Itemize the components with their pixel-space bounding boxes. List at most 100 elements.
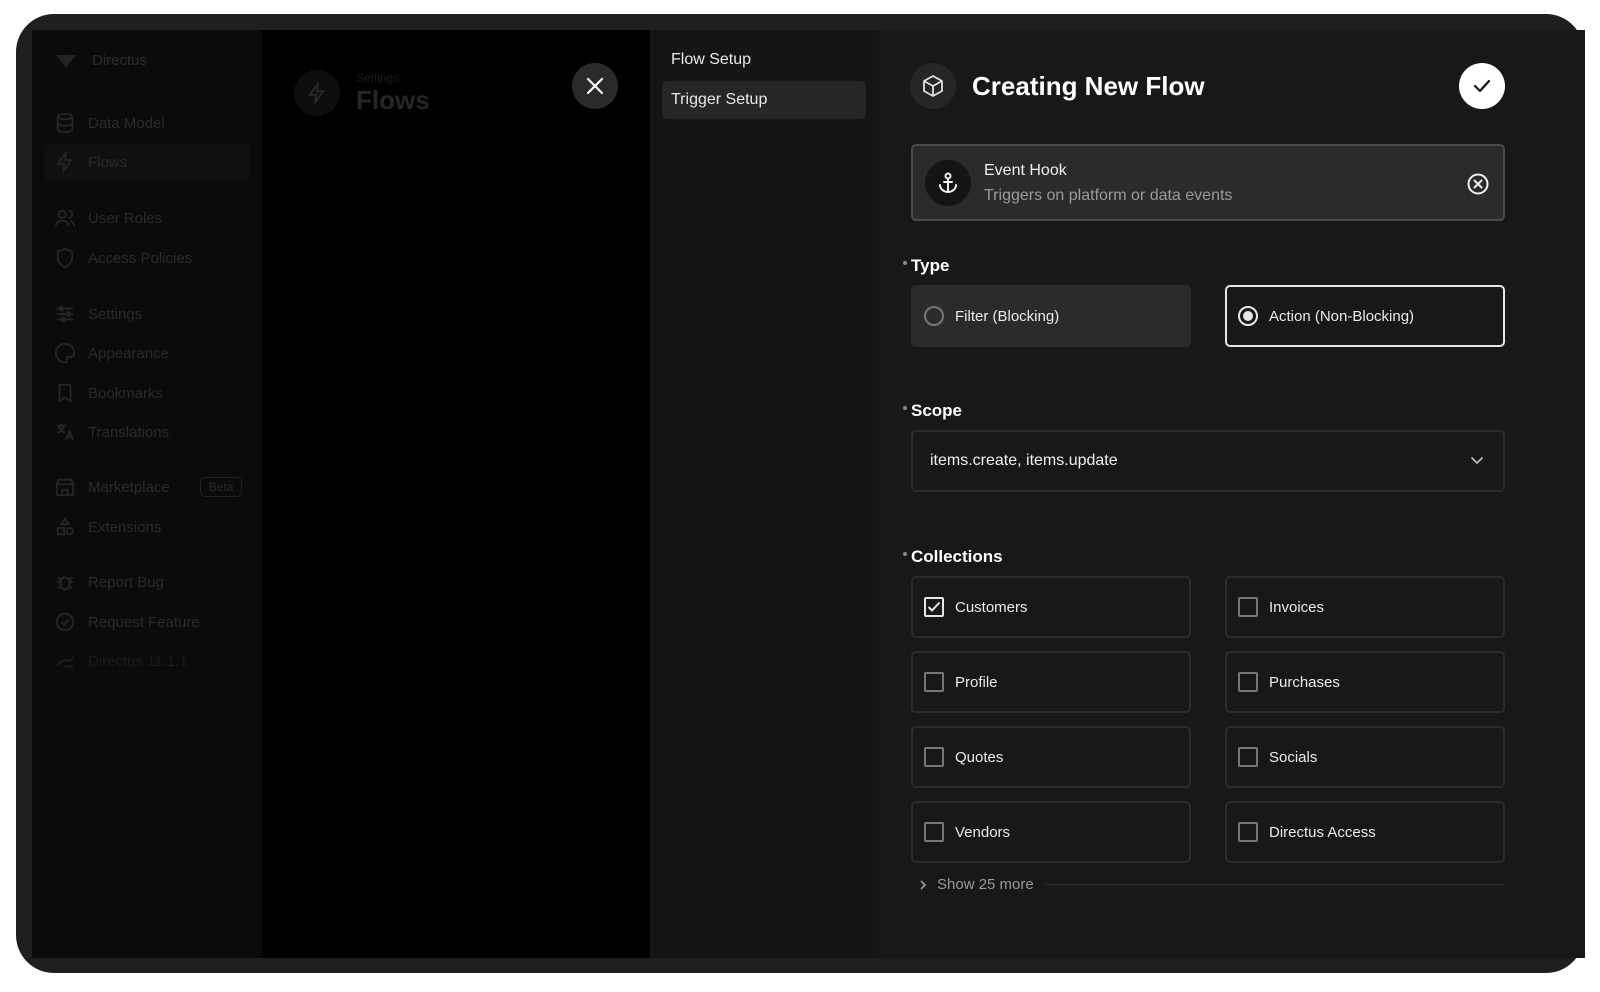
check-icon bbox=[1473, 79, 1491, 93]
sidebar-item-label: Request Feature bbox=[88, 613, 200, 631]
palette-icon bbox=[54, 342, 76, 364]
collection-label: Profile bbox=[955, 673, 998, 691]
bolt-icon bbox=[307, 82, 326, 104]
app-sidebar: Directus Data Model Flows User Roles Acc… bbox=[32, 30, 262, 958]
sidebar-item-request-feature[interactable]: Request Feature bbox=[54, 611, 200, 633]
sidebar-item-label: Directus 11.1.1 bbox=[88, 652, 188, 670]
sidebar-item-label: Report Bug bbox=[88, 573, 164, 591]
checkbox[interactable] bbox=[924, 822, 944, 842]
collection-label: Invoices bbox=[1269, 598, 1325, 616]
checkbox[interactable] bbox=[1238, 822, 1258, 842]
sidebar-item-label: Marketplace bbox=[88, 478, 170, 496]
collection-directus-access[interactable]: Directus Access bbox=[1225, 801, 1505, 863]
sidebar-item-flows[interactable]: Flows bbox=[44, 144, 250, 180]
feature-icon bbox=[55, 612, 75, 632]
sidebar-item-access-policies[interactable]: Access Policies bbox=[54, 247, 192, 269]
collection-vendors[interactable]: Vendors bbox=[911, 801, 1191, 863]
anchor-icon bbox=[925, 160, 971, 206]
page-header: Settings Flows bbox=[294, 70, 430, 116]
type-option-filter[interactable]: Filter (Blocking) bbox=[911, 285, 1191, 347]
database-icon bbox=[56, 112, 74, 134]
store-icon bbox=[55, 478, 75, 497]
sidebar-item-label: Bookmarks bbox=[88, 384, 164, 402]
collection-label: Customers bbox=[955, 598, 1028, 616]
chevron-right-icon bbox=[920, 879, 927, 890]
breadcrumb[interactable]: Settings bbox=[356, 71, 430, 85]
sidebar-item-report-bug[interactable]: Report Bug bbox=[54, 571, 164, 593]
brand-name: Directus bbox=[92, 52, 148, 69]
collection-label: Quotes bbox=[955, 748, 1004, 766]
checkbox[interactable] bbox=[1238, 747, 1258, 767]
nav-flow-setup[interactable]: Flow Setup bbox=[662, 41, 866, 79]
nav-trigger-setup[interactable]: Trigger Setup bbox=[662, 81, 866, 119]
sidebar-item-extensions[interactable]: Extensions bbox=[54, 516, 161, 538]
users-icon bbox=[54, 209, 76, 227]
close-icon bbox=[586, 77, 604, 95]
drawer-nav: Flow Setup Trigger Setup bbox=[650, 30, 879, 958]
sidebar-item-label: User Roles bbox=[88, 209, 163, 227]
type-option-label: Action (Non-Blocking) bbox=[1269, 307, 1415, 325]
trigger-description: Triggers on platform or data events bbox=[984, 187, 1233, 204]
sidebar-item-label: Translations bbox=[88, 423, 170, 441]
checkbox[interactable] bbox=[924, 672, 944, 692]
sidebar-item-user-roles[interactable]: User Roles bbox=[54, 207, 162, 229]
checkbox[interactable] bbox=[1238, 672, 1258, 692]
rabbit-icon bbox=[55, 656, 74, 668]
collection-invoices[interactable]: Invoices bbox=[1225, 576, 1505, 638]
scope-value: items.create, items.update bbox=[930, 452, 1118, 469]
sidebar-item-label: Appearance bbox=[88, 344, 169, 362]
collection-profile[interactable]: Profile bbox=[911, 651, 1191, 713]
header-icon bbox=[294, 70, 340, 116]
sidebar-item-version[interactable]: Directus 11.1.1 bbox=[54, 650, 188, 672]
sidebar-item-label: Extensions bbox=[88, 518, 162, 536]
translate-icon bbox=[56, 423, 75, 441]
type-option-action[interactable]: Action (Non-Blocking) bbox=[1225, 285, 1505, 347]
collections-label: Collections bbox=[903, 547, 1003, 567]
collection-purchases[interactable]: Purchases bbox=[1225, 651, 1505, 713]
type-option-label: Filter (Blocking) bbox=[955, 307, 1060, 325]
bug-icon bbox=[56, 576, 74, 591]
collection-label: Directus Access bbox=[1269, 823, 1376, 841]
trigger-name: Event Hook bbox=[984, 162, 1067, 179]
scope-select[interactable]: items.create, items.update bbox=[911, 430, 1505, 492]
scope-label: Scope bbox=[903, 401, 962, 421]
brand: Directus bbox=[54, 52, 147, 69]
check-icon bbox=[927, 601, 941, 612]
collection-socials[interactable]: Socials bbox=[1225, 726, 1505, 788]
radio-button[interactable] bbox=[924, 306, 944, 326]
beta-badge: Beta bbox=[199, 477, 243, 497]
shield-icon bbox=[56, 247, 74, 269]
divider bbox=[1045, 884, 1505, 885]
collection-label: Vendors bbox=[955, 823, 1011, 841]
sidebar-item-translations[interactable]: Translations bbox=[54, 421, 169, 443]
radio-button-selected[interactable] bbox=[1238, 306, 1258, 326]
save-button[interactable] bbox=[1459, 63, 1505, 109]
close-drawer-button[interactable] bbox=[572, 63, 618, 109]
extensions-icon bbox=[56, 517, 74, 536]
bolt-icon bbox=[55, 151, 74, 173]
drawer-content: Creating New Flow Event Hook Triggers on… bbox=[879, 30, 1585, 958]
sidebar-item-label: Settings bbox=[88, 305, 143, 323]
sidebar-item-settings[interactable]: Settings bbox=[54, 303, 142, 325]
collection-quotes[interactable]: Quotes bbox=[911, 726, 1191, 788]
checkbox-checked[interactable] bbox=[924, 597, 944, 617]
type-label: Type bbox=[903, 256, 949, 276]
remove-trigger-icon[interactable] bbox=[1466, 172, 1490, 196]
sidebar-item-label: Flows bbox=[88, 153, 128, 171]
trigger-card[interactable]: Event Hook Triggers on platform or data … bbox=[911, 144, 1505, 221]
screen: Directus Data Model Flows User Roles Acc… bbox=[32, 30, 1585, 958]
sliders-icon bbox=[56, 305, 74, 323]
drawer-title: Creating New Flow bbox=[972, 70, 1205, 101]
sidebar-item-bookmarks[interactable]: Bookmarks bbox=[54, 382, 163, 404]
sidebar-item-data-model[interactable]: Data Model bbox=[54, 112, 165, 134]
bookmark-icon bbox=[58, 383, 72, 403]
checkbox[interactable] bbox=[924, 747, 944, 767]
sidebar-item-appearance[interactable]: Appearance bbox=[54, 342, 169, 364]
collection-label: Purchases bbox=[1269, 673, 1340, 691]
cube-icon bbox=[910, 63, 956, 109]
collection-customers[interactable]: Customers bbox=[911, 576, 1191, 638]
sidebar-item-marketplace[interactable]: Marketplace Beta bbox=[54, 476, 243, 498]
show-more-button[interactable]: Show 25 more bbox=[917, 876, 1505, 893]
checkbox[interactable] bbox=[1238, 597, 1258, 617]
chevron-down-icon bbox=[1471, 457, 1483, 465]
